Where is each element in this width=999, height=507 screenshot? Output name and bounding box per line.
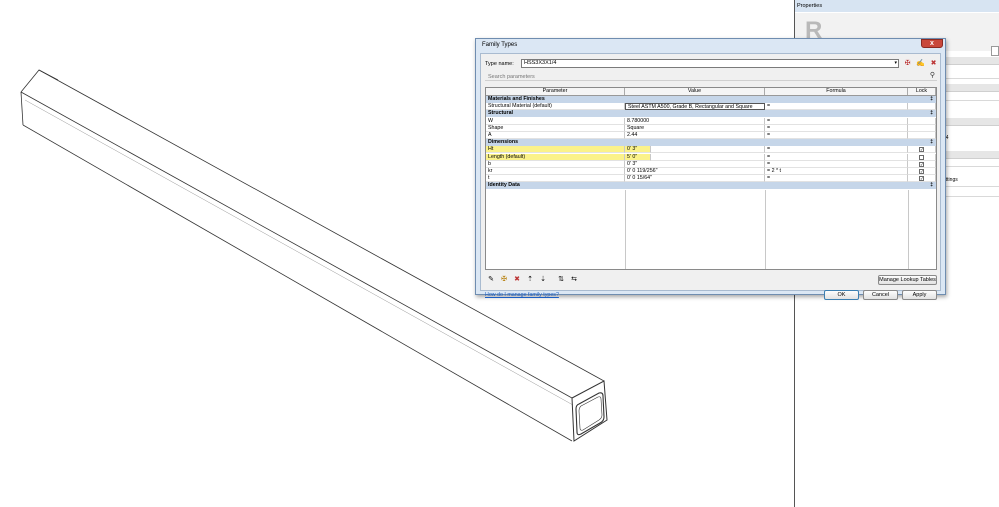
group-header[interactable]: Identity Data ‡ xyxy=(486,182,936,190)
family-types-dialog: Family Types x Type name: HSS3X3X1/4 ▾ ✠… xyxy=(475,38,946,300)
lock-checkbox[interactable]: ✓ xyxy=(919,161,924,167)
parameter-formula[interactable]: = xyxy=(765,132,908,139)
lock-checkbox[interactable] xyxy=(919,154,924,160)
column-header-lock[interactable]: Lock xyxy=(908,88,936,95)
lock-cell xyxy=(908,132,936,139)
parameter-formula[interactable]: = xyxy=(765,124,908,132)
table-row: Structural Material (default) Steel ASTM … xyxy=(486,103,936,111)
parameter-value[interactable]: 2.44 xyxy=(625,132,765,139)
parameter-formula[interactable]: = 2 * t xyxy=(765,168,908,175)
group-name: Materials and Finishes xyxy=(488,96,545,102)
parameter-value[interactable]: 0' 3" xyxy=(625,160,765,168)
new-type-icon[interactable]: ✠ xyxy=(903,59,912,68)
parameter-table: Parameter Value Formula Lock Materials a… xyxy=(485,87,937,270)
column-header-value[interactable]: Value xyxy=(625,88,765,95)
lock-cell: ✓ xyxy=(908,175,936,183)
table-row: W 8.780000 = xyxy=(486,117,936,125)
group-header[interactable]: Structural ‡ xyxy=(486,110,936,118)
parameter-value[interactable]: 0' 0 15/64" xyxy=(625,175,765,183)
parameter-name[interactable]: Shape xyxy=(486,124,625,132)
parameter-name[interactable]: t xyxy=(486,175,625,183)
group-name: Structural xyxy=(488,110,514,117)
lock-cell xyxy=(908,117,936,125)
parameter-name[interactable]: Ht xyxy=(486,146,625,154)
parameter-name[interactable]: Length (default) xyxy=(486,153,625,161)
delete-type-icon[interactable]: ✖ xyxy=(929,59,938,68)
lock-checkbox[interactable]: ✓ xyxy=(919,169,924,174)
type-name-dropdown[interactable]: HSS3X3X1/4 ▾ xyxy=(521,59,899,68)
parameter-value[interactable]: Square xyxy=(625,124,765,132)
parameter-value[interactable]: 0' 0 119/256" xyxy=(625,168,765,175)
table-row: t 0' 0 15/64" = ✓ xyxy=(486,175,936,183)
type-name-value: HSS3X3X1/4 xyxy=(524,60,557,66)
column-divider xyxy=(765,189,766,269)
rename-type-icon[interactable]: ✍ xyxy=(916,59,925,68)
parameter-value[interactable]: 8.780000 xyxy=(625,117,765,125)
new-param-icon[interactable]: ✠ xyxy=(499,275,509,285)
dropdown-arrow-icon: ▾ xyxy=(894,60,897,66)
parameter-name[interactable]: Structural Material (default) xyxy=(486,103,625,111)
delete-param-icon[interactable]: ✖ xyxy=(512,275,522,285)
manage-lookup-tables-button[interactable]: Manage Lookup Tables xyxy=(878,275,937,285)
group-name: Dimensions xyxy=(488,139,519,146)
parameter-formula[interactable]: = xyxy=(765,175,908,183)
table-row: Shape Square = xyxy=(486,124,936,132)
lock-checkbox[interactable]: ✓ xyxy=(919,176,924,182)
collapse-icon[interactable]: ‡ xyxy=(930,96,933,103)
column-header-formula[interactable]: Formula xyxy=(765,88,908,95)
sort-asc-icon[interactable]: ⇅ xyxy=(556,275,566,285)
lock-checkbox[interactable]: ✓ xyxy=(919,147,924,153)
apply-button[interactable]: Apply xyxy=(902,290,937,300)
parameter-formula[interactable]: = xyxy=(765,153,908,161)
table-row: A 2.44 = xyxy=(486,132,936,139)
parameter-formula[interactable]: = xyxy=(765,160,908,168)
lock-cell xyxy=(908,103,936,111)
search-icon[interactable]: ⚲ xyxy=(930,72,935,80)
lock-cell: ✓ xyxy=(908,160,936,168)
sort-desc-icon[interactable]: ⇆ xyxy=(569,275,579,285)
table-row: kr 0' 0 119/256" = 2 * t ✓ xyxy=(486,168,936,175)
table-header: Parameter Value Formula Lock xyxy=(486,88,936,96)
pencil-icon[interactable]: ✎ xyxy=(486,275,496,285)
dialog-body: Type name: HSS3X3X1/4 ▾ ✠ ✍ ✖ Search par… xyxy=(480,53,941,300)
ok-button[interactable]: OK xyxy=(824,290,859,300)
search-input[interactable]: Search parameters ⚲ xyxy=(485,72,937,81)
group-header[interactable]: Materials and Finishes ‡ xyxy=(486,96,936,103)
move-up-icon[interactable]: ⇡ xyxy=(525,275,535,285)
edit-type-button[interactable] xyxy=(991,46,999,56)
help-link[interactable]: How do I manage family types? xyxy=(485,292,559,298)
collapse-icon[interactable]: ‡ xyxy=(930,182,933,189)
search-placeholder: Search parameters xyxy=(488,74,535,80)
column-header-parameter[interactable]: Parameter xyxy=(486,88,625,95)
collapse-icon[interactable]: ‡ xyxy=(930,110,933,117)
dialog-title: Family Types xyxy=(482,42,518,48)
group-name: Identity Data xyxy=(488,182,520,189)
table-row: Ht 0' 3" = ✓ xyxy=(486,146,936,154)
table-row: b 0' 3" = ✓ xyxy=(486,160,936,168)
parameter-name[interactable]: W xyxy=(486,117,625,125)
parameter-name[interactable]: A xyxy=(486,132,625,139)
move-down-icon[interactable]: ⇣ xyxy=(538,275,548,285)
group-header[interactable]: Dimensions ‡ xyxy=(486,139,936,147)
properties-title: Properties xyxy=(795,0,999,12)
parameter-value[interactable]: Steel ASTM A500, Grade B, Rectangular an… xyxy=(625,103,765,111)
parameter-formula[interactable]: = xyxy=(765,103,908,111)
parameter-name[interactable]: b xyxy=(486,160,625,168)
parameter-value[interactable]: 5' 0" xyxy=(625,153,651,161)
column-divider xyxy=(625,189,626,269)
parameter-value[interactable]: 0' 3" xyxy=(625,146,651,154)
collapse-icon[interactable]: ‡ xyxy=(930,139,933,146)
close-button[interactable]: x xyxy=(921,39,943,48)
table-row: Length (default) 5' 0" = xyxy=(486,153,936,161)
type-name-label: Type name: xyxy=(485,61,514,67)
column-divider xyxy=(908,189,909,269)
lock-cell: ✓ xyxy=(908,146,936,154)
lock-cell xyxy=(908,124,936,132)
lock-cell: ✓ xyxy=(908,168,936,175)
parameter-formula[interactable]: = xyxy=(765,146,908,154)
parameter-name[interactable]: kr xyxy=(486,168,625,175)
lock-cell xyxy=(908,153,936,161)
cancel-button[interactable]: Cancel xyxy=(863,290,898,300)
parameter-formula[interactable]: = xyxy=(765,117,908,125)
